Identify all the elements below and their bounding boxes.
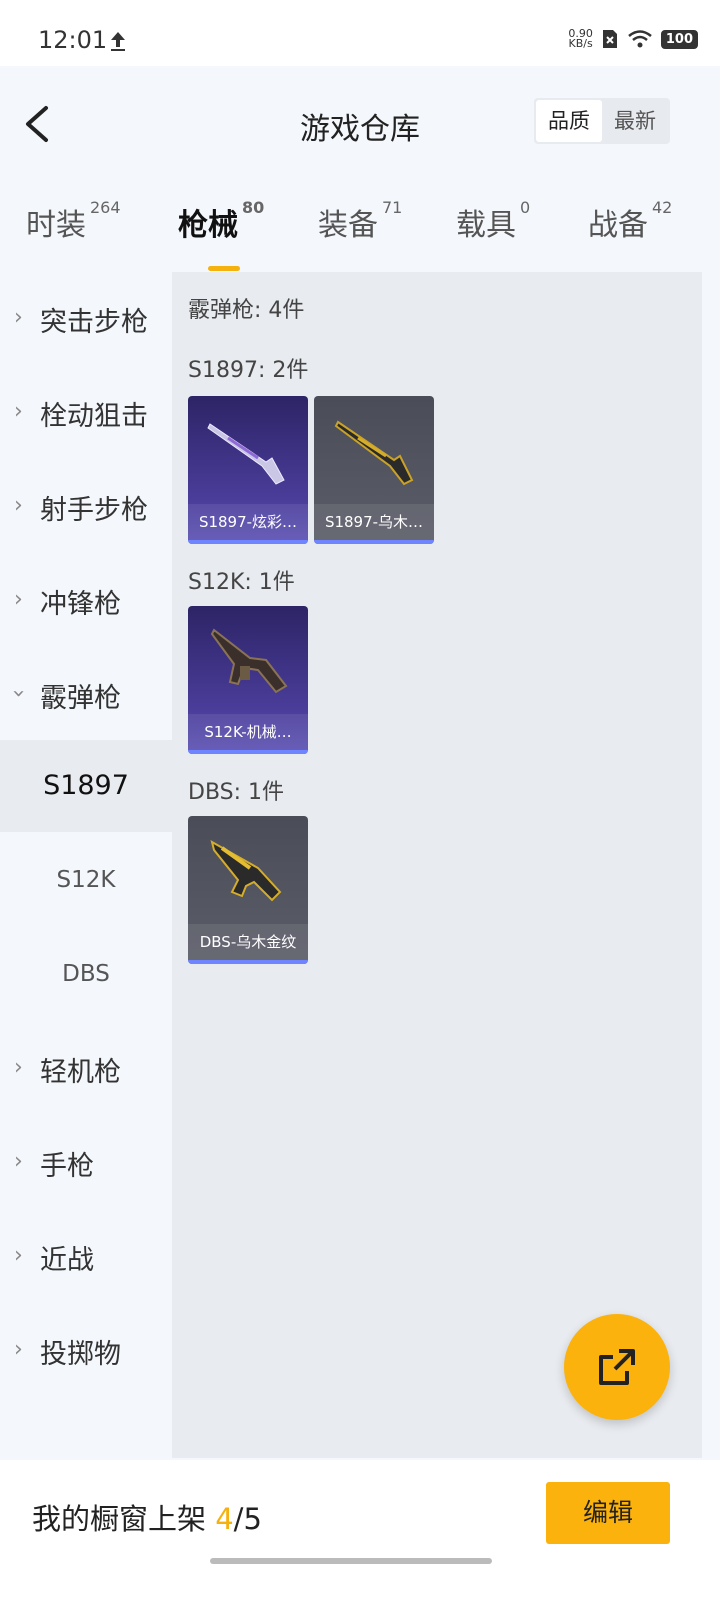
network-speed: 0.90 KB/s: [568, 27, 593, 50]
sidebar-subitem-s12k[interactable]: S12K: [0, 834, 172, 926]
share-icon: [599, 1349, 635, 1385]
category-tabs: 时装264 枪械80 装备71 载具0 战备42: [0, 180, 720, 271]
item-grid-panel: 霰弹枪: 4件 S1897: 2件 S1897-炫彩… S1897-乌木… S1…: [172, 272, 702, 1458]
sidebar-item-assault-rifle[interactable]: › 突击步枪: [0, 272, 172, 364]
group-title-s1897: S1897: 2件: [188, 358, 309, 383]
sidebar-item-throwables[interactable]: › 投掷物: [0, 1304, 172, 1396]
tab-supplies[interactable]: 战备42: [588, 198, 672, 244]
upload-icon: [111, 32, 125, 51]
sort-quality-button[interactable]: 品质: [536, 100, 602, 142]
skin-card-label: S12K-机械…: [188, 714, 308, 750]
tab-fashion[interactable]: 时装264: [26, 198, 121, 244]
skin-card[interactable]: S12K-机械…: [188, 606, 308, 754]
showcase-status: 我的橱窗上架 4/5: [32, 1502, 262, 1536]
tab-equipment[interactable]: 装备71: [318, 198, 402, 244]
rarity-bar: [188, 540, 308, 544]
sidebar-item-melee[interactable]: › 近战: [0, 1210, 172, 1302]
chevron-right-icon: ›: [14, 1149, 23, 1174]
status-bar: 12:01 0.90 KB/s 100: [0, 0, 720, 66]
skin-card[interactable]: S1897-乌木…: [314, 396, 434, 544]
app-header: 游戏仓库 品质 最新: [0, 66, 720, 180]
skin-card[interactable]: DBS-乌木金纹: [188, 816, 308, 964]
showcase-bar: 我的橱窗上架 4/5 编辑: [0, 1460, 720, 1608]
weapon-category-sidebar: › 突击步枪 › 栓动狙击 › 射手步枪 › 冲锋枪 › 霰弹枪 S1897 S12K D…: [0, 272, 172, 1458]
group-title-s12k: S12K: 1件: [188, 570, 295, 595]
chevron-right-icon: ›: [14, 1055, 23, 1080]
shotgun-skin-image: [334, 420, 414, 486]
shotgun-skin-image: [207, 423, 285, 485]
chevron-right-icon: ›: [14, 1243, 23, 1268]
tab-active-indicator: [208, 266, 240, 271]
chevron-right-icon: ›: [14, 493, 23, 518]
chevron-right-icon: ›: [14, 305, 23, 330]
sidebar-item-pistol[interactable]: › 手枪: [0, 1116, 172, 1208]
rarity-bar: [188, 750, 308, 754]
sim-off-icon: [602, 30, 617, 48]
skin-card-label: S1897-炫彩…: [188, 504, 308, 540]
sort-toggle: 品质 最新: [534, 98, 670, 144]
sort-newest-button[interactable]: 最新: [602, 100, 668, 142]
share-button[interactable]: [564, 1314, 670, 1420]
skin-card-label: S1897-乌木…: [314, 504, 434, 540]
status-time: 12:01: [38, 26, 108, 54]
sidebar-subitem-dbs[interactable]: DBS: [0, 928, 172, 1020]
chevron-right-icon: ›: [14, 587, 23, 612]
shotgun-skin-image: [210, 628, 288, 694]
home-indicator[interactable]: [210, 1558, 492, 1564]
sidebar-item-shotgun[interactable]: › 霰弹枪: [0, 648, 172, 740]
shotgun-skin-image: [210, 839, 282, 902]
tab-vehicles[interactable]: 载具0: [456, 198, 530, 244]
category-summary: 霰弹枪: 4件: [188, 298, 305, 323]
group-title-dbs: DBS: 1件: [188, 780, 285, 805]
chevron-right-icon: ›: [14, 1337, 23, 1362]
sidebar-item-lmg[interactable]: › 轻机枪: [0, 1022, 172, 1114]
skin-card-label: DBS-乌木金纹: [188, 924, 308, 960]
sidebar-subitem-s1897[interactable]: S1897: [0, 740, 172, 832]
sidebar-item-marksman-rifle[interactable]: › 射手步枪: [0, 460, 172, 552]
rarity-bar: [188, 960, 308, 964]
sidebar-item-smg[interactable]: › 冲锋枪: [0, 554, 172, 646]
chevron-right-icon: ›: [14, 399, 23, 424]
rarity-bar: [314, 540, 434, 544]
wifi-icon: [628, 30, 652, 48]
battery-icon: 100: [660, 29, 698, 49]
skin-card[interactable]: S1897-炫彩…: [188, 396, 308, 544]
edit-button[interactable]: 编辑: [546, 1482, 670, 1544]
chevron-down-icon: ›: [5, 689, 31, 698]
sidebar-item-bolt-sniper[interactable]: › 栓动狙击: [0, 366, 172, 458]
tab-guns[interactable]: 枪械80: [178, 198, 264, 271]
